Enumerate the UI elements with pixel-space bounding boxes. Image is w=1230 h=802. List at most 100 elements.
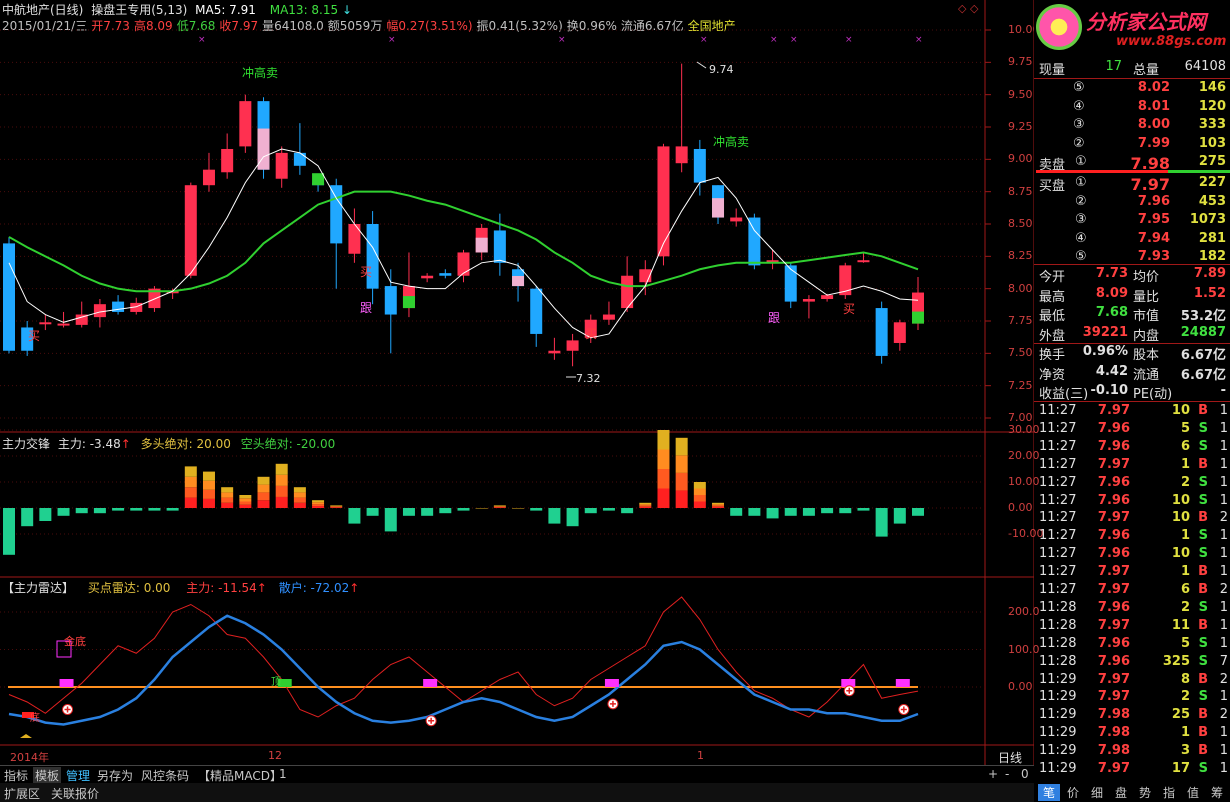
buy-row[interactable]: ④ 7.94 281 [1037,230,1230,248]
stat-row[interactable]: 最低 7.68 市值 53.2亿 [1037,304,1230,324]
buy-row[interactable]: 买盘 ① 7.97 227 [1037,174,1230,194]
tick-volume: 8 [1180,671,1190,687]
tick-row[interactable]: 11:27 7.97 10 B 1 [1037,402,1230,420]
tick-count: 1 [1219,492,1228,508]
ind1-bar [275,485,288,497]
zoom-plus-button[interactable]: + [988,767,998,781]
tick-volume: 11 [1171,617,1190,633]
tick-row[interactable]: 11:27 7.96 5 S 1 [1037,420,1230,438]
kline-chart[interactable]: × × × × × × × × [0,0,1034,765]
tick-row[interactable]: 11:27 7.96 2 S 1 [1037,474,1230,492]
stat-row[interactable]: 换手 0.96% 股本 6.67亿 [1037,343,1230,363]
period-label[interactable]: 日线 [998,749,1022,766]
ind2-axis-label: 0.00 [1008,680,1033,693]
tab-manage[interactable]: 管理 [66,767,90,784]
right-tab[interactable]: 细 [1086,784,1108,801]
buy-price: 7.95 [1137,212,1170,227]
month-label-1: 1 [697,749,704,762]
tick-time: 11:27 [1039,474,1077,490]
candle-body [802,299,815,302]
stat-row[interactable]: 净资 4.42 流通 6.67亿 [1037,363,1230,383]
stat-row[interactable]: 收益(三) -0.10 PE(动) - [1037,382,1230,402]
candle-highlight [512,275,525,287]
right-tab[interactable]: 盘 [1110,784,1132,801]
logo[interactable]: 分析家公式网 www.88gs.com [1034,0,1230,56]
sell-row[interactable]: ④ 8.01 120 [1037,98,1230,116]
tick-row[interactable]: 11:29 7.98 3 B 1 [1037,742,1230,760]
year-label: 2014年 [10,751,49,764]
tick-price: 7.96 [1097,546,1130,562]
stat-label: 内盘 [1133,328,1160,344]
tick-row[interactable]: 11:29 7.97 8 B 2 [1037,671,1230,689]
tick-row[interactable]: 11:27 7.96 1 S 1 [1037,527,1230,545]
tick-row[interactable]: 11:27 7.96 10 S 1 [1037,545,1230,563]
tab-extend[interactable]: 扩展区 [4,785,40,802]
tick-row[interactable]: 11:28 7.97 11 B 1 [1037,617,1230,635]
right-tab[interactable]: 势 [1134,784,1156,801]
tick-row[interactable]: 11:27 7.97 6 B 2 [1037,581,1230,599]
tick-time: 11:28 [1039,653,1077,669]
stat-row[interactable]: 外盘 39221 内盘 24887 [1037,324,1230,344]
tick-row[interactable]: 11:27 7.96 6 S 1 [1037,438,1230,456]
right-tab[interactable]: 筹 [1206,784,1228,801]
stat-row[interactable]: 最高 8.09 量比 1.52 [1037,285,1230,305]
tab-risk[interactable]: 风控条码 [141,767,189,784]
ind1-bar [530,508,543,511]
tick-count: 1 [1219,689,1228,705]
ind1-bar [802,508,815,516]
tab-related[interactable]: 关联报价 [51,785,99,802]
ind1-bar [348,508,361,524]
sell-row[interactable]: ③ 8.00 333 [1037,116,1230,134]
tick-price: 7.97 [1097,582,1130,597]
tick-row[interactable]: 11:27 7.97 1 B 1 [1037,563,1230,581]
tab-save-as[interactable]: 另存为 [97,767,133,784]
ind1-title[interactable]: 主力交锋 [2,437,50,451]
zoom-minus-button[interactable]: - [1005,767,1009,781]
right-tab[interactable]: 值 [1182,784,1204,801]
tick-row[interactable]: 11:29 7.98 1 B 1 [1037,724,1230,742]
sell-price: 8.02 [1137,80,1170,95]
annot-buy: 买 [843,302,856,316]
tick-row[interactable]: 11:29 7.97 2 S 1 [1037,688,1230,706]
right-tab[interactable]: 笔 [1038,784,1060,801]
tick-row[interactable]: 11:28 7.96 325 S 7 [1037,653,1230,671]
tick-row[interactable]: 11:27 7.97 10 B 2 [1037,509,1230,527]
tick-row[interactable]: 11:28 7.96 5 S 1 [1037,635,1230,653]
tick-row[interactable]: 11:29 7.97 17 S 1 [1037,760,1230,778]
right-tab[interactable]: 价 [1062,784,1084,801]
ind1-bar [712,504,725,506]
tick-row[interactable]: 11:27 7.97 1 B 1 [1037,456,1230,474]
candle-body [421,275,434,279]
ind1-bar [330,505,343,507]
tick-row[interactable]: 11:28 7.96 2 S 1 [1037,599,1230,617]
ind1-bar [730,508,743,516]
tick-volume: 10 [1171,403,1190,418]
sell-row[interactable]: 卖盘 ① 7.98 275 [1037,153,1230,173]
candle-highlight [475,237,488,253]
tick-count: 1 [1219,743,1228,759]
buy-row[interactable]: ③ 7.95 1073 [1037,211,1230,229]
right-tab[interactable]: 指 [1158,784,1180,801]
ind1-bar [912,508,924,516]
tick-row[interactable]: 11:27 7.96 10 S 1 [1037,492,1230,510]
tick-count: 1 [1219,761,1228,776]
tab-macd[interactable]: 【精品MACD】 [198,767,282,784]
tick-side: S [1198,599,1208,615]
tab-template[interactable]: 模板 [33,767,62,784]
sell-row[interactable]: ⑤ 8.02 146 [1037,79,1230,97]
buy-row[interactable]: ② 7.96 453 [1037,193,1230,211]
tick-time: 11:27 [1039,546,1077,562]
tick-row[interactable]: 11:29 7.98 25 B 2 [1037,706,1230,724]
ind2-title[interactable]: 【主力雷达】 [2,581,74,595]
sell-row[interactable]: ② 7.99 103 [1037,135,1230,153]
tick-count: 1 [1219,599,1228,615]
stat-row[interactable]: 今开 7.73 均价 7.89 [1037,265,1230,285]
ind1-bar [3,508,15,555]
candle-body [675,146,688,164]
tab-indicator[interactable]: 指标 [4,767,28,784]
logo-url: www.88gs.com [1116,34,1227,49]
tab-page[interactable]: 1 [279,767,287,781]
tick-price: 7.97 [1097,689,1130,705]
volume-row[interactable]: 现量 17 总量 64108 [1037,58,1230,78]
tick-volume: 1 [1180,528,1190,544]
